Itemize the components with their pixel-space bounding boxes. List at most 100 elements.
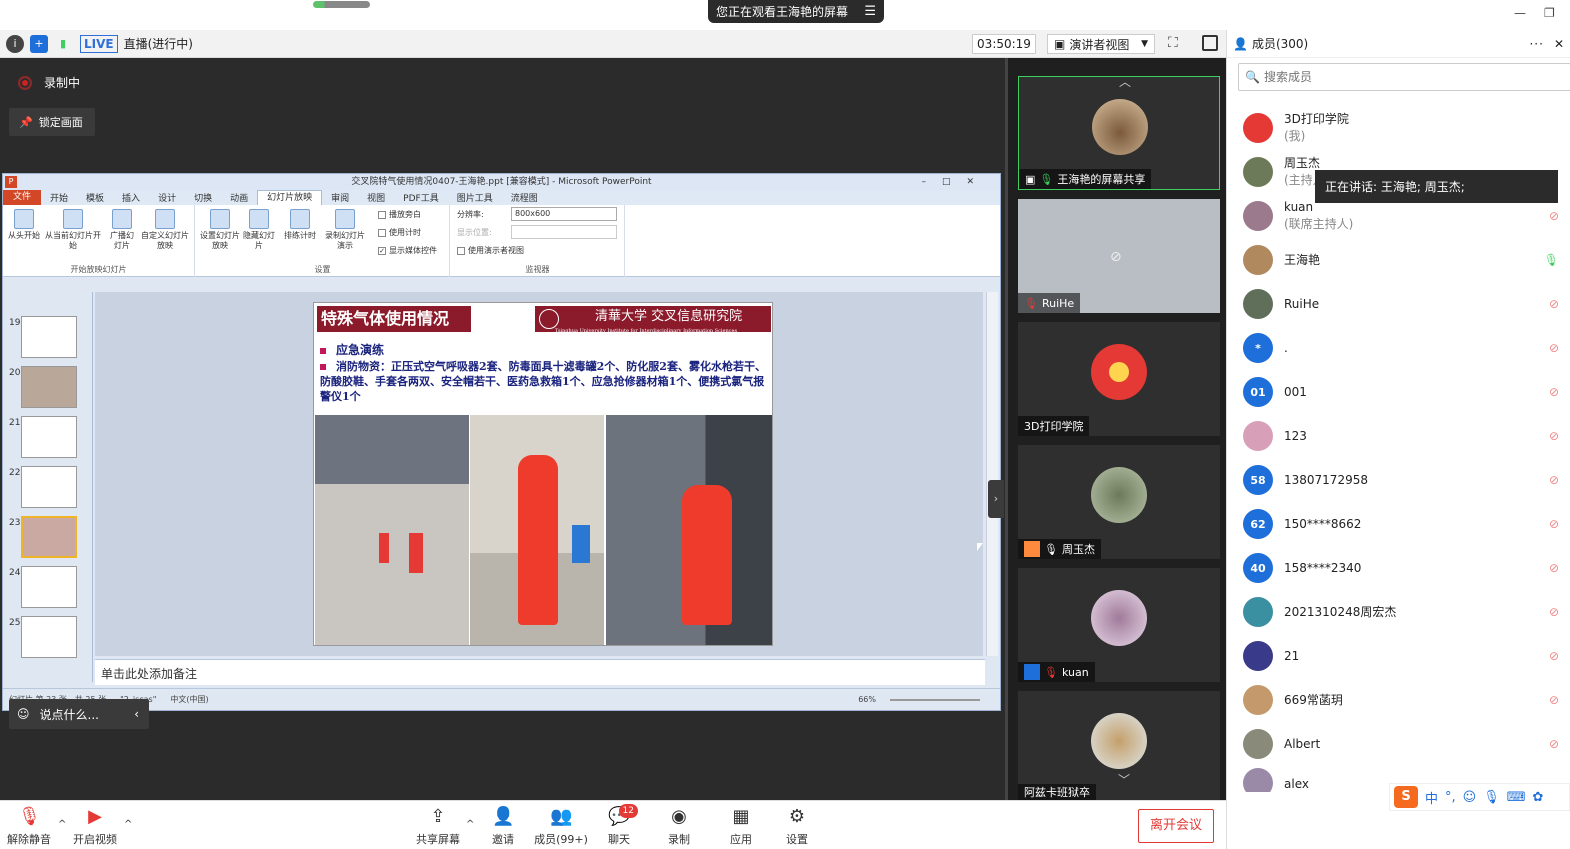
tab-design[interactable]: 设计: [149, 191, 185, 204]
mic-muted-icon[interactable]: ⊘: [1549, 605, 1559, 619]
member-row[interactable]: 01 001 ⊘: [1243, 372, 1570, 412]
input-method-toolbar[interactable]: S 中 °, ☺ 🎙 ⌨ ✿: [1389, 783, 1570, 811]
member-row[interactable]: Albert ⊘: [1243, 724, 1570, 764]
chat-button[interactable]: 💬 12 聊天: [604, 804, 638, 847]
slide-thumbnail-selected[interactable]: [21, 516, 77, 558]
zoom-slider[interactable]: [890, 698, 980, 701]
tab-file[interactable]: 文件: [3, 190, 42, 205]
view-select[interactable]: ▣ 演讲者视图 ▼: [1047, 34, 1155, 54]
share-screen-button[interactable]: ⇪ 共享屏幕: [414, 806, 462, 847]
video-tile[interactable]: 🎙 kuan: [1018, 568, 1220, 682]
setup-show-button[interactable]: 设置幻灯片放映: [200, 207, 240, 251]
record-show-button[interactable]: 录制幻灯片演示: [322, 207, 368, 251]
video-tile[interactable]: 3D打印学院: [1018, 322, 1220, 436]
member-row[interactable]: 669常菡玥 ⊘: [1243, 680, 1570, 720]
chevron-up-icon[interactable]: ︿: [1119, 73, 1131, 90]
tab-slideshow[interactable]: 幻灯片放映: [257, 190, 323, 205]
tab-picture-tools[interactable]: 图片工具: [448, 191, 502, 204]
mic-muted-icon[interactable]: ⊘: [1549, 517, 1559, 531]
resolution-select[interactable]: 800x600: [511, 207, 617, 221]
presenter-view-checkbox[interactable]: 使用演示者视图: [457, 245, 524, 256]
tab-insert[interactable]: 插入: [113, 191, 149, 204]
from-current-button[interactable]: 从当前幻灯片开始: [43, 207, 103, 251]
close-icon[interactable]: ✕: [1554, 37, 1564, 51]
play-narration-checkbox[interactable]: 播放旁白: [378, 209, 421, 220]
mic-icon[interactable]: 🎙: [1544, 253, 1559, 267]
unmute-button[interactable]: 🎙 解除静音: [6, 806, 52, 847]
tab-flowchart[interactable]: 流程图: [502, 191, 547, 204]
tab-review[interactable]: 审阅: [322, 191, 358, 204]
tab-animations[interactable]: 动画: [221, 191, 257, 204]
tab-pdf[interactable]: PDF工具: [394, 191, 448, 204]
show-on-select[interactable]: [511, 225, 617, 239]
tab-transitions[interactable]: 切换: [185, 191, 221, 204]
leave-meeting-button[interactable]: 离开会议: [1138, 809, 1214, 843]
more-icon[interactable]: ···: [1529, 37, 1543, 51]
chevron-left-icon[interactable]: ‹: [134, 707, 139, 721]
chevron-up-icon[interactable]: ^: [124, 819, 132, 830]
mic-muted-icon[interactable]: ⊘: [1549, 561, 1559, 575]
emoji-icon[interactable]: ☺: [1463, 790, 1477, 805]
keyboard-icon[interactable]: ⌨: [1507, 790, 1526, 805]
mic-muted-icon[interactable]: ⊘: [1549, 737, 1559, 751]
info-icon[interactable]: i: [6, 34, 24, 53]
shield-icon[interactable]: +: [30, 34, 48, 53]
slide-thumbnail[interactable]: [21, 416, 77, 458]
mic-icon[interactable]: 🎙: [1483, 790, 1500, 805]
video-tile[interactable]: 🎙 周玉杰: [1018, 445, 1220, 559]
minimize-icon[interactable]: —: [1514, 6, 1526, 20]
member-search-input[interactable]: [1263, 70, 1524, 84]
punctuation-icon[interactable]: °,: [1445, 790, 1456, 805]
member-search[interactable]: 🔍: [1238, 63, 1570, 91]
settings-button[interactable]: ⚙ 设置: [782, 806, 812, 847]
notes-field[interactable]: 单击此处添加备注: [95, 659, 985, 685]
mic-muted-icon[interactable]: ⊘: [1549, 385, 1559, 399]
mic-muted-icon[interactable]: ⊘: [1549, 473, 1559, 487]
skin-icon[interactable]: ✿: [1533, 790, 1544, 805]
video-tile[interactable]: ﹀ 阿兹卡班狱卒: [1018, 691, 1220, 800]
member-row[interactable]: 王海艳 🎙: [1243, 240, 1570, 280]
ppt-window-controls[interactable]: –□✕: [921, 174, 990, 190]
video-tile[interactable]: ⊘ 🎙 RuiHe: [1018, 199, 1220, 313]
show-media-checkbox[interactable]: ✓ 显示媒体控件: [378, 245, 437, 256]
member-row[interactable]: 2021310248周宏杰 ⊘: [1243, 592, 1570, 632]
share-banner[interactable]: 您正在观看王海艳的屏幕 ☰: [708, 0, 884, 23]
member-row[interactable]: 62 150****8662 ⊘: [1243, 504, 1570, 544]
tab-template[interactable]: 模板: [77, 191, 113, 204]
menu-icon[interactable]: ☰: [864, 4, 876, 19]
mic-muted-icon[interactable]: ⊘: [1549, 693, 1559, 707]
restore-icon[interactable]: ❐: [1544, 6, 1555, 20]
collapse-panel-icon[interactable]: ›: [988, 480, 1004, 518]
start-video-button[interactable]: ▶ 开启视频: [70, 806, 120, 847]
slide-thumbnail[interactable]: [21, 616, 77, 658]
mic-muted-icon[interactable]: ⊘: [1549, 429, 1559, 443]
member-row[interactable]: * . ⊘: [1243, 328, 1570, 368]
apps-button[interactable]: ▦ 应用: [726, 806, 756, 847]
invite-button[interactable]: 👤 邀请: [488, 806, 518, 847]
use-timing-checkbox[interactable]: 使用计时: [378, 227, 421, 238]
emoji-icon[interactable]: ☺: [17, 707, 30, 721]
live-badge[interactable]: LIVE: [80, 34, 118, 53]
record-button[interactable]: ◉ 录制: [664, 806, 694, 847]
member-row[interactable]: RuiHe ⊘: [1243, 284, 1570, 324]
mic-muted-icon[interactable]: ⊘: [1549, 209, 1559, 223]
member-row[interactable]: 3D打印学院 (我): [1243, 108, 1570, 148]
ime-mode[interactable]: 中: [1425, 788, 1438, 807]
signal-icon[interactable]: ▮: [54, 35, 72, 53]
slide-thumbnail[interactable]: [21, 366, 77, 408]
slide-thumbnail[interactable]: [21, 566, 77, 608]
member-row[interactable]: 40 158****2340 ⊘: [1243, 548, 1570, 588]
fullscreen-icon[interactable]: ⛶: [1168, 35, 1178, 51]
tab-view[interactable]: 视图: [358, 191, 394, 204]
hide-slide-button[interactable]: 隐藏幻灯片: [242, 207, 276, 251]
side-panel-icon[interactable]: [1202, 35, 1218, 51]
slide-thumbnail[interactable]: [21, 466, 77, 508]
rehearse-timings-button[interactable]: 排练计时: [280, 207, 320, 241]
slide-vertical-scrollbar[interactable]: [986, 292, 998, 656]
chevron-down-icon[interactable]: ﹀: [1118, 771, 1130, 788]
chevron-up-icon[interactable]: ^: [58, 819, 66, 830]
mic-muted-icon[interactable]: ⊘: [1549, 297, 1559, 311]
lock-screen-button[interactable]: 📌 锁定画面: [9, 108, 95, 136]
chevron-up-icon[interactable]: ^: [466, 819, 474, 830]
member-row[interactable]: 123 ⊘: [1243, 416, 1570, 456]
